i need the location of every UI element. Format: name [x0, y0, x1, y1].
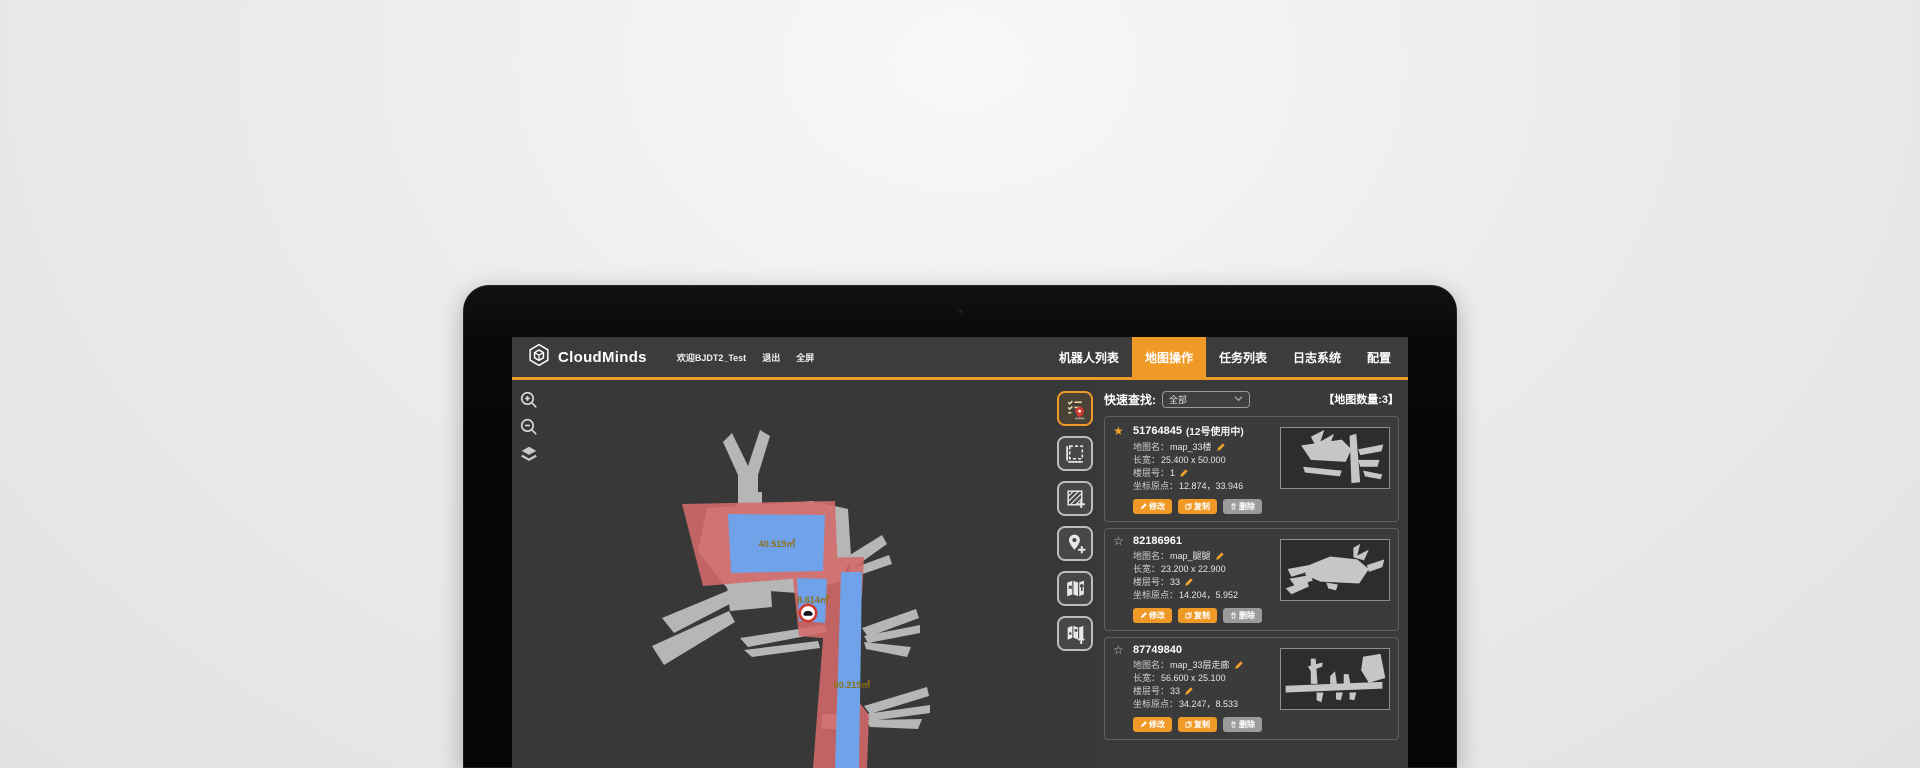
- map-card-3[interactable]: ☆ 87749840 地图名： map_33层走廊 长宽： 56.600 x 2…: [1104, 637, 1399, 740]
- map-id: 87749840: [1133, 644, 1182, 656]
- add-point-tool-button[interactable]: [1057, 526, 1093, 561]
- tab-task-list[interactable]: 任务列表: [1206, 337, 1280, 377]
- point-cloud-shapes: [652, 430, 930, 729]
- tab-log-system[interactable]: 日志系统: [1280, 337, 1354, 377]
- field-floor: 楼层号： 33: [1133, 685, 1295, 698]
- map-marker-tool-button[interactable]: [1057, 571, 1093, 606]
- field-origin: 坐标原点： 14.204，5.952: [1133, 589, 1295, 602]
- field-map-name: 地图名： map_腿腿: [1133, 550, 1295, 563]
- cloudminds-logo-icon: [527, 343, 551, 372]
- star-icon[interactable]: ☆: [1113, 644, 1129, 656]
- copy-map-button[interactable]: 复制: [1178, 608, 1217, 623]
- tab-map-operation[interactable]: 地图操作: [1132, 337, 1206, 377]
- map-list-panel: 快速查找: 全部 【地图数量:3】 ★ 51764845 (12号使用中): [1098, 380, 1408, 768]
- tab-config[interactable]: 配置: [1354, 337, 1404, 377]
- webcam-dot: [958, 309, 963, 314]
- nav-tabs: 机器人列表 地图操作 任务列表 日志系统 配置: [1046, 337, 1408, 377]
- field-size: 长宽： 25.400 x 50.000: [1133, 454, 1295, 467]
- copy-icon: [1185, 503, 1192, 510]
- delete-map-button[interactable]: 删除: [1223, 608, 1262, 623]
- trash-icon: [1230, 721, 1237, 728]
- map-toolbar: [1052, 380, 1098, 768]
- brand-name: CloudMinds: [558, 349, 647, 366]
- copy-icon: [1185, 612, 1192, 619]
- copy-icon: [1185, 721, 1192, 728]
- map-thumbnail-image: [1281, 540, 1389, 600]
- map-id: 51764845: [1133, 425, 1182, 437]
- chevron-down-icon: [1234, 396, 1243, 402]
- map-id: 82186961: [1133, 535, 1182, 547]
- area-label-3: 80.215㎡: [834, 679, 871, 690]
- map-controls: [519, 390, 539, 471]
- measure-area-tool-button[interactable]: [1057, 436, 1093, 471]
- map-thumbnail-image: [1281, 428, 1389, 488]
- edit-map-button[interactable]: 修改: [1133, 608, 1172, 623]
- field-floor: 楼层号： 1: [1133, 467, 1295, 480]
- pencil-icon: [1140, 612, 1147, 619]
- map-thumbnail[interactable]: [1280, 648, 1390, 710]
- area-label-1: 40.519㎡: [759, 538, 796, 549]
- no-entry-marker[interactable]: [800, 605, 816, 621]
- edit-floor-icon[interactable]: [1179, 469, 1188, 478]
- tab-robot-list[interactable]: 机器人列表: [1046, 337, 1132, 377]
- add-zone-tool-button[interactable]: [1057, 481, 1093, 516]
- zoom-in-button[interactable]: [519, 390, 539, 410]
- panel-header: 快速查找: 全部 【地图数量:3】: [1104, 388, 1399, 410]
- floor-map-canvas[interactable]: 40.519㎡ 8.614㎡ 80.215㎡: [512, 380, 1052, 768]
- field-origin: 坐标原点： 12.874，33.946: [1133, 480, 1295, 493]
- delete-map-button[interactable]: 删除: [1223, 499, 1262, 514]
- map-thumbnail[interactable]: [1280, 539, 1390, 601]
- map-card-2[interactable]: ☆ 82186961 地图名： map_腿腿 长宽： 23.200 x 22.9…: [1104, 528, 1399, 631]
- edit-name-icon[interactable]: [1215, 552, 1224, 561]
- edit-name-icon[interactable]: [1234, 661, 1243, 670]
- edit-floor-icon[interactable]: [1184, 578, 1193, 587]
- welcome-text: 欢迎BJDT2_Test: [677, 351, 746, 364]
- trash-icon: [1230, 612, 1237, 619]
- map-upload-tool-button[interactable]: [1057, 616, 1093, 651]
- delete-map-button[interactable]: 删除: [1223, 717, 1262, 732]
- edit-map-button[interactable]: 修改: [1133, 499, 1172, 514]
- star-icon[interactable]: ★: [1113, 425, 1129, 437]
- copy-map-button[interactable]: 复制: [1178, 499, 1217, 514]
- top-navbar: CloudMinds 欢迎BJDT2_Test 退出 全屏 机器人列表 地图操作…: [512, 337, 1408, 380]
- field-map-name: 地图名： map_33层走廊: [1133, 659, 1295, 672]
- field-floor: 楼层号： 33: [1133, 576, 1295, 589]
- field-size: 长宽： 23.200 x 22.900: [1133, 563, 1295, 576]
- poi-checklist-tool-button[interactable]: [1057, 391, 1093, 426]
- map-thumbnail[interactable]: [1280, 427, 1390, 489]
- map-area: 40.519㎡ 8.614㎡ 80.215㎡: [512, 380, 1052, 768]
- edit-map-button[interactable]: 修改: [1133, 717, 1172, 732]
- edit-name-icon[interactable]: [1216, 443, 1225, 452]
- layers-button[interactable]: [519, 444, 539, 464]
- edit-floor-icon[interactable]: [1184, 687, 1193, 696]
- star-icon[interactable]: ☆: [1113, 535, 1129, 547]
- map-count-label: 【地图数量:3】: [1323, 391, 1399, 407]
- pencil-icon: [1140, 721, 1147, 728]
- map-in-use-badge: (12号使用中): [1186, 423, 1244, 438]
- filter-dropdown[interactable]: 全部: [1162, 391, 1250, 408]
- field-size: 长宽： 56.600 x 25.100: [1133, 672, 1295, 685]
- map-thumbnail-image: [1281, 649, 1389, 709]
- copy-map-button[interactable]: 复制: [1178, 717, 1217, 732]
- field-map-name: 地图名： map_33楼: [1133, 441, 1295, 454]
- laptop-bezel: CloudMinds 欢迎BJDT2_Test 退出 全屏 机器人列表 地图操作…: [463, 285, 1457, 768]
- app-screen: CloudMinds 欢迎BJDT2_Test 退出 全屏 机器人列表 地图操作…: [512, 337, 1408, 768]
- quick-search-label: 快速查找:: [1104, 391, 1156, 408]
- area-label-2: 8.614㎡: [797, 594, 829, 605]
- logout-link[interactable]: 退出: [762, 351, 780, 364]
- brand: CloudMinds: [527, 343, 647, 372]
- pencil-icon: [1140, 503, 1147, 510]
- fullscreen-link[interactable]: 全屏: [796, 351, 814, 364]
- zoom-out-button[interactable]: [519, 417, 539, 437]
- field-origin: 坐标原点： 34.247，8.533: [1133, 698, 1295, 711]
- map-card-1[interactable]: ★ 51764845 (12号使用中) 地图名： map_33楼 长宽： 25.…: [1104, 416, 1399, 522]
- filter-value: 全部: [1169, 393, 1187, 406]
- trash-icon: [1230, 503, 1237, 510]
